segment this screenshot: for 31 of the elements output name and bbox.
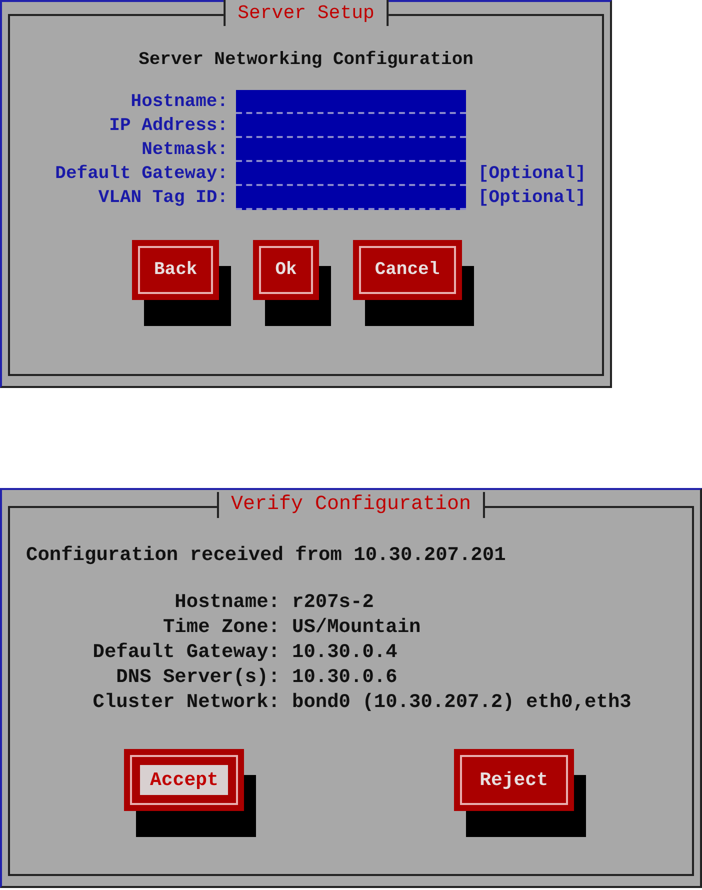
dialog-title: Server Setup bbox=[224, 0, 388, 26]
row-label: Hostname: bbox=[174, 590, 280, 615]
row-value: r207s-2 bbox=[292, 590, 375, 615]
input-field[interactable] bbox=[236, 162, 466, 186]
row-label: Default Gateway: bbox=[92, 640, 280, 665]
field-label: Default Gateway: bbox=[54, 163, 228, 186]
row-label: DNS Server(s): bbox=[115, 665, 280, 690]
optional-hint: [Optional] bbox=[477, 187, 588, 210]
dialog-button[interactable]: Ok bbox=[253, 240, 319, 300]
dialog-button[interactable]: Cancel bbox=[352, 240, 462, 300]
input-field[interactable] bbox=[236, 186, 466, 210]
dialog-heading: Configuration received from 10.30.207.201 bbox=[26, 544, 507, 566]
row-label: Time Zone: bbox=[162, 615, 280, 640]
input-field[interactable] bbox=[236, 138, 466, 162]
row-value: US/Mountain bbox=[292, 615, 422, 640]
dialog-button[interactable]: Back bbox=[132, 240, 220, 300]
field-label: IP Address: bbox=[108, 115, 228, 138]
field-label: Hostname: bbox=[130, 91, 228, 114]
field-label: Netmask: bbox=[140, 139, 228, 162]
row-value: 10.30.0.6 bbox=[292, 665, 398, 690]
row-value: 10.30.0.4 bbox=[292, 640, 398, 665]
row-label: Cluster Network: bbox=[92, 690, 280, 715]
dialog-title: Verify Configuration bbox=[216, 492, 486, 518]
row-value: bond0 (10.30.207.2) eth0,eth3 bbox=[292, 690, 632, 715]
input-field[interactable] bbox=[236, 90, 466, 114]
dialog-button[interactable]: Reject bbox=[454, 749, 574, 811]
input-field[interactable] bbox=[236, 114, 466, 138]
dialog-button[interactable]: Accept bbox=[124, 749, 244, 811]
field-label: VLAN Tag ID: bbox=[97, 187, 228, 210]
optional-hint: [Optional] bbox=[477, 163, 588, 186]
dialog-heading: Server Networking Configuration bbox=[138, 50, 474, 70]
